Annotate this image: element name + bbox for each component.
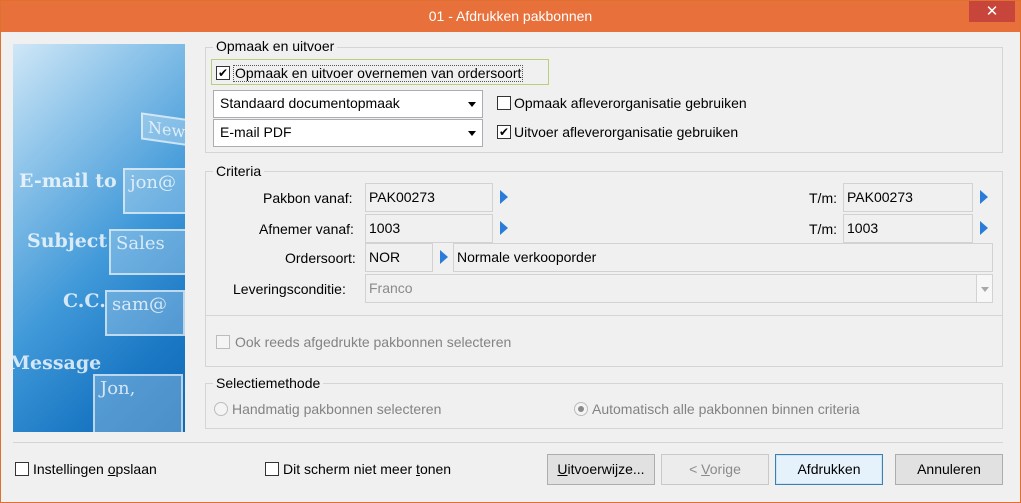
use-delivery-layout-label: Opmaak afleverorganisatie gebruiken bbox=[514, 95, 747, 111]
pakbon-from-lookup-icon[interactable] bbox=[500, 190, 508, 204]
afnemer-to-field[interactable]: 1003 bbox=[843, 214, 973, 243]
uitvoerwijze-button[interactable]: Uitvoerwijze... bbox=[547, 454, 655, 485]
use-delivery-output-label: Uitvoer afleverorganisatie gebruiken bbox=[514, 124, 739, 140]
save-settings-label: Instellingen opslaan bbox=[33, 461, 157, 477]
take-over-label: Opmaak en uitvoer overnemen van ordersoo… bbox=[233, 65, 524, 82]
checkmark-icon: ✔ bbox=[498, 125, 510, 139]
criteria-group-title: Criteria bbox=[213, 163, 265, 179]
chevron-down-icon bbox=[468, 102, 476, 107]
print-button[interactable]: Afdrukken bbox=[775, 454, 883, 485]
afnemer-to-lookup-icon[interactable] bbox=[980, 221, 988, 235]
output-select[interactable]: E-mail PDF bbox=[213, 119, 483, 147]
dont-show-checkbox[interactable] bbox=[265, 462, 279, 476]
save-settings-checkbox[interactable] bbox=[15, 462, 29, 476]
cancel-button[interactable]: Annuleren bbox=[895, 454, 1003, 485]
illustration-message-field: Jon, bbox=[93, 374, 183, 432]
levering-label: Leveringsconditie: bbox=[233, 281, 346, 297]
layout-output-group-title: Opmaak en uitvoer bbox=[213, 38, 338, 54]
pakbon-from-label: Pakbon vanaf: bbox=[263, 190, 353, 206]
ordersoort-label: Ordersoort: bbox=[285, 250, 356, 266]
reprint-label: Ook reeds afgedrukte pakbonnen selectere… bbox=[235, 334, 512, 350]
side-illustration: New E-mail to jon@ Subject Sales C.C. sa… bbox=[13, 44, 185, 432]
auto-selection-radio[interactable] bbox=[574, 402, 588, 416]
selection-method-group-title: Selectiemethode bbox=[213, 375, 324, 391]
pakbon-to-field[interactable]: PAK00273 bbox=[843, 183, 973, 212]
levering-select-value: Franco bbox=[369, 280, 413, 296]
reprint-checkbox[interactable] bbox=[216, 335, 230, 349]
illustration-email-field: jon@ bbox=[123, 168, 185, 214]
output-select-value: E-mail PDF bbox=[220, 124, 292, 140]
window-title: 01 - Afdrukken pakbonnen bbox=[428, 8, 593, 24]
chevron-down-icon bbox=[468, 131, 476, 136]
afnemer-from-lookup-icon[interactable] bbox=[500, 221, 508, 235]
close-icon: ✕ bbox=[985, 3, 999, 20]
ordersoort-lookup-icon[interactable] bbox=[440, 250, 448, 264]
use-delivery-output-checkbox[interactable]: ✔ bbox=[497, 125, 511, 139]
afnemer-to-label: T/m: bbox=[809, 221, 837, 237]
illustration-subject-field: Sales bbox=[109, 229, 185, 275]
title-bar[interactable]: 01 - Afdrukken pakbonnen ✕ bbox=[1, 1, 1020, 32]
afnemer-from-label: Afnemer vanaf: bbox=[259, 221, 354, 237]
illustration-new-tab: New bbox=[141, 112, 185, 147]
afnemer-from-field[interactable]: 1003 bbox=[365, 214, 493, 243]
previous-button[interactable]: < Vorige bbox=[661, 454, 769, 485]
ordersoort-code-field[interactable]: NOR bbox=[365, 243, 433, 272]
layout-select-value: Standaard documentopmaak bbox=[220, 95, 400, 111]
dont-show-label: Dit scherm niet meer tonen bbox=[283, 461, 452, 477]
manual-selection-label: Handmatig pakbonnen selecteren bbox=[232, 401, 442, 417]
levering-select[interactable]: Franco bbox=[365, 274, 993, 303]
illustration-email-label: E-mail to bbox=[19, 170, 117, 192]
auto-selection-label: Automatisch alle pakbonnen binnen criter… bbox=[592, 401, 860, 417]
illustration-message-label: Message bbox=[13, 352, 102, 374]
ordersoort-description-field: Normale verkooporder bbox=[453, 243, 993, 272]
checkmark-icon: ✔ bbox=[217, 66, 229, 80]
take-over-checkbox[interactable]: ✔ bbox=[216, 66, 230, 80]
dialog-window: 01 - Afdrukken pakbonnen ✕ New E-mail to… bbox=[0, 0, 1021, 503]
pakbon-from-field[interactable]: PAK00273 bbox=[365, 183, 493, 212]
criteria-divider bbox=[206, 315, 1002, 316]
illustration-cc-label: C.C. bbox=[63, 290, 106, 312]
close-button[interactable]: ✕ bbox=[969, 1, 1015, 22]
pakbon-to-label: T/m: bbox=[809, 190, 837, 206]
use-delivery-layout-checkbox[interactable] bbox=[497, 96, 511, 110]
layout-select[interactable]: Standaard documentopmaak bbox=[213, 90, 483, 118]
footer-divider bbox=[13, 442, 1003, 443]
manual-selection-radio[interactable] bbox=[214, 402, 228, 416]
pakbon-to-lookup-icon[interactable] bbox=[980, 190, 988, 204]
chevron-down-icon bbox=[976, 275, 992, 302]
radio-selected-dot bbox=[578, 406, 584, 412]
illustration-subject-label: Subject bbox=[27, 230, 108, 252]
illustration-cc-field: sam@ bbox=[105, 290, 185, 336]
